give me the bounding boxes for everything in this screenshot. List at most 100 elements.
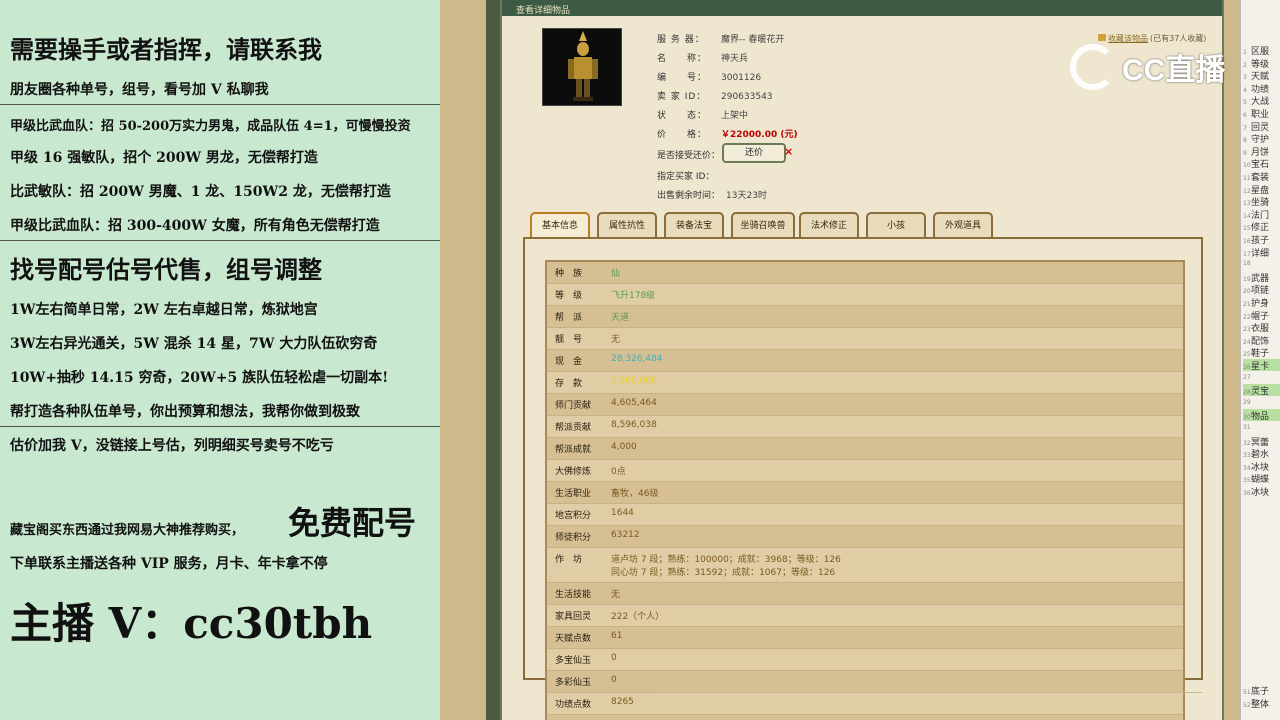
sidebar-item[interactable]: 17详细 [1243, 246, 1280, 258]
collect-link[interactable]: 收藏该物品 [1108, 34, 1148, 43]
sidebar-item-number: 9 [1243, 149, 1247, 157]
sidebar-item-label: 孩子 [1251, 236, 1270, 245]
sidebar-item[interactable]: 8 守护 [1243, 132, 1280, 144]
divider [0, 240, 440, 241]
overlay-line-13b: 免费配号 [288, 504, 417, 542]
sidebar-item[interactable]: 18 [1243, 258, 1280, 270]
sidebar-item[interactable]: 23衣服 [1243, 321, 1280, 333]
sidebar-item[interactable]: 51底子 [1243, 684, 1280, 696]
tab-appearance[interactable]: 外观道具 [933, 212, 993, 238]
sidebar-item[interactable]: 7 回灵 [1243, 120, 1280, 132]
detail-label: 等 级 [555, 291, 583, 301]
sidebar-item[interactable]: 11套装 [1243, 170, 1280, 182]
sidebar-item[interactable]: 28灵宝 [1243, 384, 1280, 397]
sidebar-item[interactable]: 52整体 [1243, 697, 1280, 709]
name-value: 神天兵 [721, 54, 749, 64]
tab-mounts-pets[interactable]: 坐骑召唤兽 [731, 212, 795, 238]
sidebar-item[interactable]: 14法门 [1243, 208, 1280, 220]
sidebar-item-number: 23 [1243, 326, 1251, 334]
sidebar-item[interactable]: 34冰块 [1243, 460, 1280, 472]
detail-value: 飞升178级 [611, 291, 656, 301]
detail-row: 现 金 28,326,484 [547, 350, 1183, 372]
detail-value: 63212 [611, 530, 640, 540]
detail-row: 地宫积分 1644 [547, 504, 1183, 526]
cc-logo-icon [1070, 44, 1116, 90]
sidebar-item[interactable]: 36冰块 [1243, 485, 1280, 497]
sidebar-item[interactable]: 30物品 [1243, 409, 1280, 422]
sidebar-item[interactable]: 22帽子 [1243, 309, 1280, 321]
sidebar-item-number: 26 [1243, 364, 1251, 371]
sidebar-item[interactable]: 12星盘 [1243, 183, 1280, 195]
collect-area: 收藏该物品 (已有37人收藏) [1098, 33, 1206, 44]
sidebar-item[interactable]: 32冥蕾 [1243, 435, 1280, 447]
tab-equipment[interactable]: 装备法宝 [664, 212, 724, 238]
sidebar-item[interactable]: 16孩子 [1243, 233, 1280, 245]
sidebar-item-label: 帽子 [1251, 311, 1270, 321]
detail-value: 4,605,464 [611, 398, 657, 408]
detail-value: 4,000 [611, 442, 637, 452]
sidebar-item[interactable]: 26星卡 [1243, 359, 1280, 371]
sidebar-item-label: 星卡 [1251, 362, 1270, 371]
sidebar-item[interactable]: 6 职业 [1243, 107, 1280, 119]
character-portrait [542, 28, 622, 106]
overlay-line-13a: 藏宝阁买东西通过我网易大神推荐购买， [10, 523, 245, 538]
sidebar-item-number: 19 [1243, 275, 1251, 283]
sidebar-item[interactable]: 1 区服 [1243, 44, 1280, 56]
sidebar-item-number: 7 [1243, 124, 1247, 132]
detail-row: 帮派成就 4,000 [547, 438, 1183, 460]
sidebar-item[interactable]: 21护身 [1243, 296, 1280, 308]
detail-label: 守护之力 [547, 715, 611, 720]
sidebar-item[interactable]: 31 [1243, 422, 1280, 434]
id-value: 3001126 [721, 73, 762, 83]
seller-label: 卖 家 ID： [657, 92, 707, 102]
detail-row: 生活技能 无 [547, 583, 1183, 605]
sidebar-item[interactable]: 5 大战 [1243, 94, 1280, 106]
sidebar-item-number: 3 [1243, 74, 1247, 82]
overlay-line-8: 1W左右简单日常，2W 左右卓越日常，炼狱地宫 [10, 302, 318, 318]
overlay-line-11: 帮打造各种队伍单号，你出预算和想法，我帮你做到极致 [10, 404, 360, 420]
sidebar-item[interactable]: 15修正 [1243, 220, 1280, 232]
tab-children[interactable]: 小孩 [866, 212, 926, 238]
sidebar-item-label: 碧水 [1251, 450, 1270, 460]
sidebar-item[interactable]: 4 功绩 [1243, 82, 1280, 94]
detail-value-line: 同心坊 7 段；熟练：31592；成就：1067；等级：126 [611, 568, 836, 578]
sidebar-item[interactable]: 27 [1243, 372, 1280, 384]
tab-spell-correction[interactable]: 法术修正 [799, 212, 859, 238]
sidebar-item[interactable]: 33碧水 [1243, 447, 1280, 459]
tab-attributes[interactable]: 属性抗性 [597, 212, 657, 238]
sidebar-item[interactable]: 24配饰 [1243, 334, 1280, 346]
streamer-overlay-panel: 需要操手或者指挥，请联系我 朋友圈各种单号，组号，看号加 V 私聊我 甲级比武血… [0, 0, 440, 720]
tab-basic-info[interactable]: 基本信息 [530, 212, 590, 238]
sidebar-item-label: 冰块 [1251, 488, 1270, 497]
sidebar-item-label: 物品 [1251, 412, 1270, 422]
detail-label: 地宫积分 [555, 511, 592, 521]
sidebar-item-label: 守护 [1251, 135, 1270, 145]
sidebar-item[interactable]: 10宝石 [1243, 157, 1280, 169]
sidebar-item[interactable]: 35蝴蝶 [1243, 472, 1280, 484]
item-detail-window: 查看详细物品 服 务 器： 魔界-- 春暖花开 名 称： 神天兵 编 号： 30011… [500, 0, 1224, 720]
sidebar-item-label: 回灵 [1251, 122, 1270, 132]
time-row: 出售剩余时间： 13天23时 [657, 188, 767, 201]
overlay-line-2: 朋友圈各种单号，组号，看号加 V 私聊我 [10, 82, 269, 98]
sidebar-item-number: 31 [1243, 424, 1251, 431]
sidebar-item[interactable]: 29 [1243, 397, 1280, 409]
sidebar-item[interactable]: 9 月饼 [1243, 145, 1280, 157]
bargain-button[interactable]: 还价 [722, 143, 786, 163]
price-row: 价 格： ￥22000.00 (元) [657, 127, 798, 140]
sidebar-item-number: 18 [1243, 260, 1251, 268]
sidebar-item[interactable]: 3 天赋 [1243, 69, 1280, 81]
sidebar-item-number: 17 [1243, 250, 1251, 258]
sidebar-item[interactable]: 2 等级 [1243, 57, 1280, 69]
sidebar-item[interactable]: 25鞋子 [1243, 346, 1280, 358]
sidebar-item-number: 32 [1243, 439, 1251, 447]
sidebar-item-label: 整体 [1251, 700, 1270, 709]
buyer-row: 指定买家 ID： [657, 169, 714, 182]
sidebar-item-label: 功绩 [1251, 84, 1270, 94]
divider [652, 692, 1202, 693]
sidebar-item[interactable]: 13坐骑 [1243, 195, 1280, 207]
sidebar-item[interactable]: 19武器 [1243, 271, 1280, 283]
detail-value: 无 [611, 335, 621, 345]
sidebar-item-number: 14 [1243, 212, 1251, 220]
sidebar-item[interactable]: 20项链 [1243, 283, 1280, 295]
sidebar-item-label: 详细 [1251, 248, 1270, 258]
